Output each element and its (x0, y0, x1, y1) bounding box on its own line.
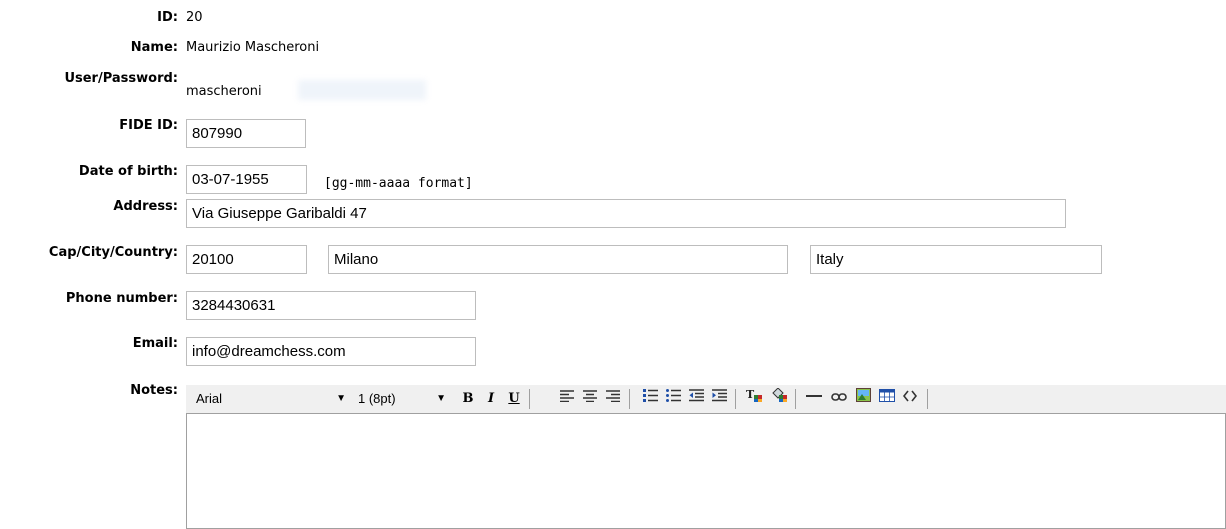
horizontal-rule-icon[interactable] (803, 388, 825, 410)
image-icon[interactable] (852, 388, 874, 410)
ordered-list-icon[interactable] (639, 388, 661, 410)
username-value: mascheroni (186, 84, 262, 99)
align-right-icon[interactable] (602, 388, 624, 410)
font-size-select[interactable]: 1 (8pt) ▼ (358, 391, 446, 407)
phone-input[interactable]: 3284430631 (186, 291, 476, 320)
italic-button[interactable]: I (480, 388, 502, 410)
password-blurred (298, 80, 426, 100)
outdent-icon[interactable] (685, 388, 707, 410)
font-family-select[interactable]: Arial ▼ (196, 391, 346, 407)
svg-text:T: T (746, 388, 755, 401)
name-label: Name: (130, 40, 178, 55)
notes-editor-area[interactable] (186, 413, 1226, 529)
table-icon[interactable] (876, 388, 898, 410)
id-value: 20 (186, 10, 203, 25)
email-input[interactable]: info@dreamchess.com (186, 337, 476, 366)
source-code-icon[interactable] (899, 388, 921, 410)
cap-city-country-label: Cap/City/Country: (48, 245, 178, 260)
font-family-value: Arial (196, 391, 223, 406)
country-input[interactable]: Italy (810, 245, 1102, 274)
fide-id-label: FIDE ID: (119, 118, 178, 133)
user-password-label: User/Password: (64, 71, 178, 86)
font-size-value: 1 (8pt) (358, 391, 396, 406)
background-color-icon[interactable] (768, 387, 790, 410)
underline-button[interactable]: U (503, 388, 525, 410)
id-label: ID: (157, 10, 178, 25)
link-icon[interactable] (828, 388, 850, 410)
bold-button[interactable]: B (457, 388, 479, 410)
editor-toolbar: Arial ▼ 1 (8pt) ▼ B I U T (186, 385, 1226, 414)
toolbar-divider (735, 389, 736, 409)
toolbar-divider (629, 389, 630, 409)
align-center-icon[interactable] (579, 388, 601, 410)
city-input[interactable]: Milano (328, 245, 788, 274)
toolbar-divider (795, 389, 796, 409)
indent-icon[interactable] (708, 388, 730, 410)
cap-input[interactable]: 20100 (186, 245, 307, 274)
unordered-list-icon[interactable] (662, 388, 684, 410)
chevron-down-icon: ▼ (436, 393, 446, 404)
fide-id-input[interactable]: 807990 (186, 119, 306, 148)
notes-label: Notes: (130, 383, 178, 398)
text-color-icon[interactable]: T (743, 388, 765, 410)
chevron-down-icon: ▼ (336, 393, 346, 404)
email-label: Email: (132, 336, 178, 351)
toolbar-divider (927, 389, 928, 409)
name-value: Maurizio Mascheroni (186, 40, 320, 55)
date-format-hint: [gg-mm-aaaa format] (324, 176, 473, 191)
address-input[interactable]: Via Giuseppe Garibaldi 47 (186, 199, 1066, 228)
align-left-icon[interactable] (556, 388, 578, 410)
toolbar-divider (529, 389, 530, 409)
address-label: Address: (113, 199, 178, 214)
phone-label: Phone number: (65, 291, 178, 306)
date-of-birth-input[interactable]: 03-07-1955 (186, 165, 307, 194)
date-of-birth-label: Date of birth: (78, 164, 178, 179)
